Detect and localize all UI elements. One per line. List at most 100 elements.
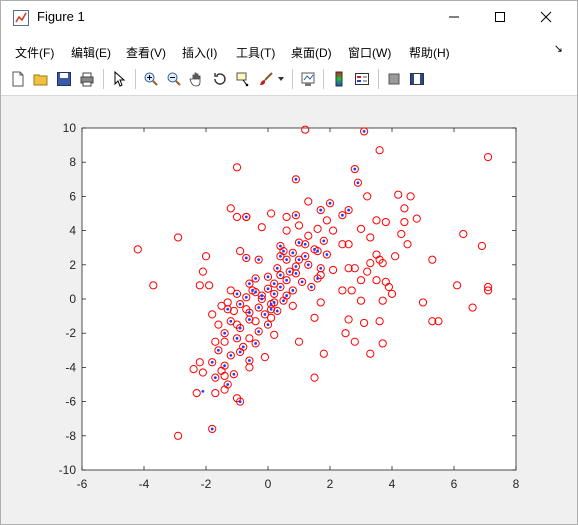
toolbar-separator (378, 69, 379, 89)
legend-icon[interactable] (352, 69, 372, 89)
blue-dot-point (269, 302, 273, 306)
blue-dot-point (297, 258, 301, 262)
new-figure-icon[interactable] (8, 69, 28, 89)
close-button[interactable] (523, 1, 569, 33)
x-tick-label: 4 (389, 477, 396, 491)
toolbar-separator (323, 69, 324, 89)
blue-dot-point (229, 354, 233, 357)
minimize-button[interactable] (431, 1, 477, 33)
toolbar-separator (103, 69, 104, 89)
brush-dropdown-icon[interactable] (275, 69, 287, 89)
hide-plot-tools-icon[interactable] (384, 69, 404, 89)
figure-window: Figure 1 文件(F) 编辑(E) 查看(V) 插入(I) 工具(T) 桌… (0, 0, 578, 525)
pan-icon[interactable] (187, 69, 207, 89)
menu-insert[interactable]: 插入(I) (182, 44, 217, 61)
blue-dot-point (316, 277, 319, 280)
blue-dot-point (306, 263, 310, 267)
y-tick-label: 0 (69, 292, 76, 306)
show-plot-tools-icon[interactable] (407, 69, 427, 89)
y-tick-label: 2 (69, 258, 76, 272)
blue-dot-point (303, 254, 307, 258)
blue-dot-point (275, 266, 279, 270)
blue-dot-point (275, 309, 279, 313)
blue-dot-point (223, 331, 227, 335)
brush-icon[interactable] (256, 69, 276, 89)
dock-arrow-icon[interactable]: ↘ (554, 42, 563, 55)
x-tick-label: 2 (327, 477, 334, 491)
zoom-out-icon[interactable] (164, 69, 184, 89)
blue-dot-point (282, 299, 285, 303)
blue-dot-point (248, 359, 251, 362)
maximize-button[interactable] (477, 1, 523, 33)
menu-file[interactable]: 文件(F) (15, 44, 54, 61)
blue-dot-point (294, 271, 298, 275)
menu-desktop[interactable]: 桌面(D) (291, 44, 332, 61)
y-tick-label: -2 (65, 326, 76, 340)
data-cursor-icon[interactable] (233, 69, 253, 89)
toolbar-separator (135, 69, 136, 89)
open-file-icon[interactable] (31, 69, 51, 89)
blue-dot-point (244, 256, 248, 260)
blue-dot-point (294, 213, 298, 217)
menu-edit[interactable]: 编辑(E) (71, 44, 111, 61)
menu-help[interactable]: 帮助(H) (409, 44, 450, 61)
save-icon[interactable] (54, 69, 74, 89)
blue-dot-point (210, 360, 214, 364)
print-icon[interactable] (77, 69, 97, 89)
pointer-icon[interactable] (109, 69, 129, 89)
blue-dot-point (316, 249, 319, 253)
menu-window[interactable]: 窗口(W) (348, 44, 391, 61)
blue-dot-point (291, 251, 295, 255)
blue-dot-point (285, 294, 288, 297)
matlab-figure-icon (13, 10, 29, 26)
menu-bar: 文件(F) 编辑(E) 查看(V) 插入(I) 工具(T) 桌面(D) 窗口(W… (1, 33, 577, 63)
figure-toolbar (1, 63, 577, 96)
blue-dot-point (325, 253, 329, 256)
blue-dot-point (226, 383, 230, 386)
blue-dot-point (238, 350, 242, 354)
y-tick-label: -4 (65, 360, 76, 374)
blue-dot-point (322, 239, 326, 243)
blue-dot-point (266, 287, 270, 291)
y-tick-label: 4 (69, 224, 76, 238)
blue-dot-point (279, 273, 282, 277)
blue-dot-point (257, 258, 261, 262)
blue-dot-point (279, 254, 282, 258)
scatter-plot[interactable]: -6 -4 -2 0 2 4 6 8 -10 -8 -6 -4 -2 0 2 4 6 8 10 (8, 96, 570, 518)
blue-dot-point (251, 289, 254, 292)
blue-dot-point (297, 241, 301, 244)
blue-dot-point (353, 167, 357, 171)
blue-dot-point (229, 319, 233, 323)
blue-dot-point (213, 376, 217, 380)
blue-dot-point (238, 326, 242, 330)
y-tick-label: -8 (65, 429, 76, 443)
link-plot-icon[interactable] (298, 69, 318, 89)
close-icon (540, 11, 552, 23)
colorbar-icon[interactable] (329, 69, 349, 89)
blue-dot-point (232, 372, 236, 376)
blue-dot-point (248, 318, 251, 321)
blue-dot-point (362, 130, 366, 133)
blue-dot-point (294, 265, 298, 268)
blue-dot-point (313, 248, 316, 251)
x-tick-label: -4 (139, 477, 150, 491)
minimize-icon (449, 16, 459, 18)
rotate-3d-icon[interactable] (210, 69, 230, 89)
zoom-in-icon[interactable] (141, 69, 161, 89)
menu-view[interactable]: 查看(V) (126, 44, 166, 61)
blue-dot-point (238, 400, 242, 403)
blue-dot-point (263, 312, 267, 316)
y-tick-label: 6 (69, 189, 76, 203)
blue-dot-point (285, 278, 288, 282)
title-bar[interactable]: Figure 1 (1, 1, 577, 33)
blue-dot-point (266, 275, 270, 279)
blue-dot-point (303, 242, 307, 246)
window-title: Figure 1 (37, 9, 85, 24)
blue-dot-point (269, 307, 273, 311)
blue-dot-point (235, 292, 239, 296)
menu-tools[interactable]: 工具(T) (236, 44, 275, 61)
blue-dot-point (248, 282, 251, 286)
toolbar-separator (292, 69, 293, 89)
y-tick-label: -6 (65, 395, 76, 409)
blue-dot-point (347, 208, 350, 212)
